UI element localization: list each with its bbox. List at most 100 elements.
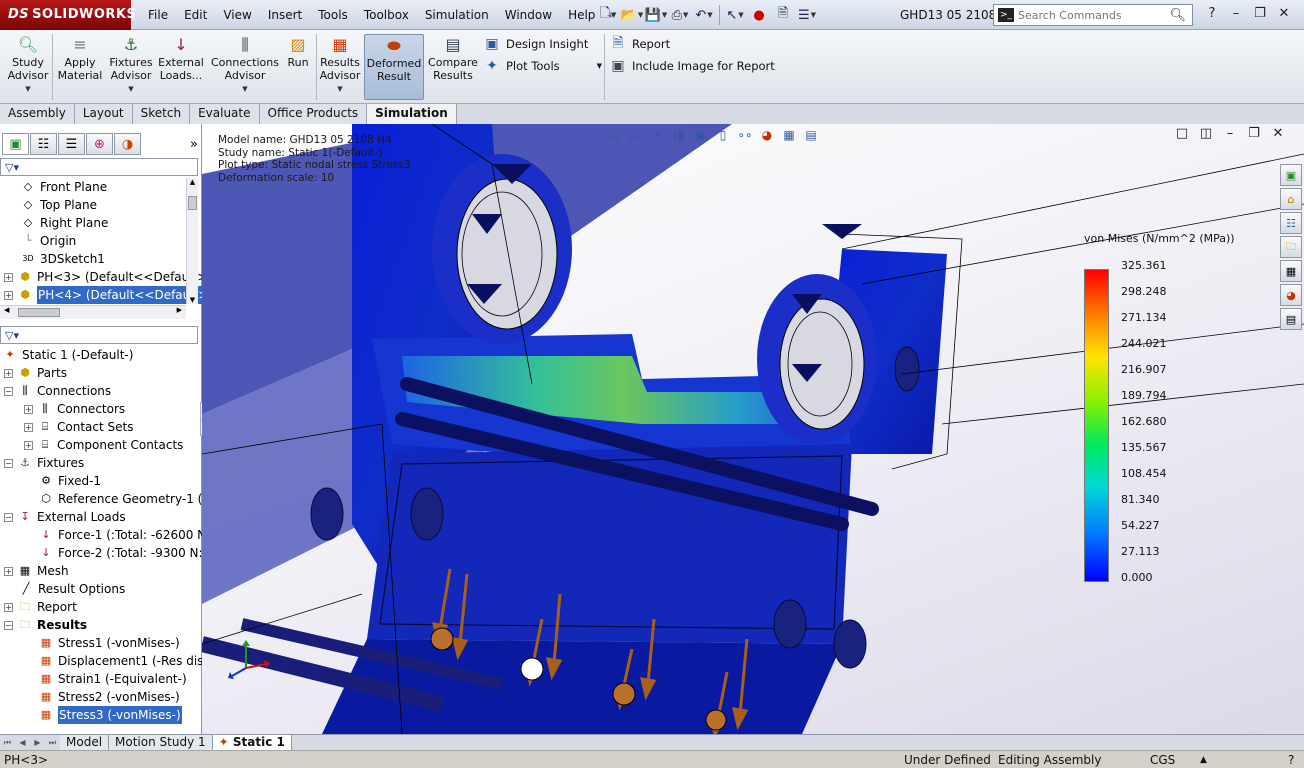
fixtures-advisor-button[interactable]: ⚓ Fixtures Advisor ▼: [108, 34, 154, 100]
tab-office-products[interactable]: Office Products: [259, 104, 368, 124]
file-explorer-icon[interactable]: ☷: [1280, 212, 1302, 234]
deformed-result-button[interactable]: ⬬ Deformed Result: [364, 34, 424, 100]
sim-tree-force2[interactable]: ↓ Force-2 (:Total: -9300 N:): [38, 544, 207, 562]
scroll-right-icon[interactable]: ▶: [177, 306, 182, 314]
tab-evaluate[interactable]: Evaluate: [190, 104, 260, 124]
view-settings-icon[interactable]: ▤: [800, 125, 822, 145]
external-loads-button[interactable]: ↓ External Loads...: [158, 34, 204, 100]
sim-tree-results[interactable]: − 🗀 Results: [4, 616, 87, 634]
simulation-tree-filter[interactable]: ▽▾: [0, 326, 198, 344]
study-advisor-button[interactable]: 🔍︎ Study Advisor ▼: [6, 34, 50, 100]
tab-static-1[interactable]: ✦ Static 1: [212, 734, 292, 751]
tab-sketch[interactable]: Sketch: [132, 104, 191, 124]
feature-tree-vscroll[interactable]: ▲ ▼: [186, 178, 198, 304]
menu-edit[interactable]: Edit: [176, 0, 215, 30]
tree-right-plane[interactable]: ◇ Right Plane: [20, 214, 109, 232]
options-icon[interactable]: ☰ ▼: [795, 4, 819, 26]
search-folder-icon[interactable]: 🗀: [1280, 236, 1302, 258]
sim-tree-strain1[interactable]: ▦ Strain1 (-Equivalent-): [38, 670, 187, 688]
plot-tools-button[interactable]: ✦ Plot Tools ▼: [482, 56, 602, 76]
collapse-icon[interactable]: −: [4, 620, 13, 630]
units-dropdown-icon[interactable]: ▲: [1200, 752, 1207, 768]
tab-simulation[interactable]: Simulation: [367, 104, 457, 124]
section-view-icon[interactable]: ◨: [668, 125, 690, 145]
expand-icon[interactable]: +: [4, 272, 13, 282]
sim-tree-contact-sets[interactable]: + ⌸ Contact Sets: [24, 418, 133, 436]
report-button[interactable]: 🗎 Report: [608, 34, 670, 54]
graphics-area[interactable]: Model name: GHD13 05 2108 H4 Study name:…: [202, 124, 1304, 734]
minimize-icon[interactable]: –: [1224, 4, 1248, 24]
sim-tree-fixtures[interactable]: − ⚓ Fixtures: [4, 454, 84, 472]
zoom-to-fit-icon[interactable]: 🔍︎: [602, 125, 624, 145]
tab-model[interactable]: Model: [60, 734, 110, 751]
property-manager-tab-icon[interactable]: ☷: [30, 133, 57, 155]
tree-origin[interactable]: └ Origin: [20, 232, 77, 250]
tab-layout[interactable]: Layout: [74, 104, 133, 124]
sim-tree-result-options[interactable]: ╱ Result Options: [18, 580, 126, 598]
sim-tree-study[interactable]: ✦ Static 1 (-Default-): [2, 346, 133, 364]
menu-view[interactable]: View: [215, 0, 259, 30]
first-tab-icon[interactable]: ⏮: [0, 736, 15, 750]
menu-window[interactable]: Window: [497, 0, 560, 30]
status-units[interactable]: CGS: [1150, 752, 1175, 768]
menu-tools[interactable]: Tools: [310, 0, 356, 30]
solidworks-resources-icon[interactable]: ▣: [1280, 164, 1302, 186]
save-icon[interactable]: 💾 ▼: [644, 4, 668, 26]
expand-icon[interactable]: +: [4, 566, 13, 576]
expand-icon[interactable]: +: [4, 602, 13, 612]
menu-file[interactable]: File: [140, 0, 176, 30]
solidworks-logo[interactable]: DS SOLIDWORKS: [0, 0, 136, 30]
scroll-down-icon[interactable]: ▼: [187, 296, 198, 304]
display-style-icon[interactable]: ▯: [712, 125, 734, 145]
include-image-button[interactable]: ▣ Include Image for Report: [608, 56, 774, 76]
tab-assembly[interactable]: Assembly: [0, 104, 75, 124]
sim-tree-component-contacts[interactable]: + ⌸ Component Contacts: [24, 436, 183, 454]
sim-tree-displacement1[interactable]: ▦ Displacement1 (-Res disp-): [38, 652, 220, 670]
sim-tree-fixed1[interactable]: ⚙ Fixed-1: [38, 472, 101, 490]
sim-tree-connectors[interactable]: + ⫼ Connectors: [24, 400, 125, 418]
scroll-thumb[interactable]: [18, 308, 60, 317]
collapse-icon[interactable]: −: [4, 512, 13, 522]
results-advisor-button[interactable]: ▦ Results Advisor ▼: [320, 34, 361, 100]
apply-scene-icon[interactable]: ▦: [778, 125, 800, 145]
configuration-manager-tab-icon[interactable]: ☰: [58, 133, 85, 155]
collapse-icon[interactable]: −: [4, 458, 13, 468]
viewport-single-icon[interactable]: □: [1170, 124, 1194, 144]
filter-icon[interactable]: ▽▾: [5, 161, 19, 174]
tree-3dsketch1[interactable]: 3D 3DSketch1: [20, 250, 105, 268]
expand-icon[interactable]: +: [4, 290, 13, 300]
scroll-thumb[interactable]: [188, 196, 197, 210]
view-orientation-icon[interactable]: ▣: [690, 125, 712, 145]
view-palette-icon[interactable]: ▦: [1280, 260, 1302, 282]
menu-toolbox[interactable]: Toolbox: [356, 0, 417, 30]
feature-tree-filter[interactable]: ▽▾: [0, 158, 198, 176]
sim-tree-parts[interactable]: + ⬢ Parts: [4, 364, 67, 382]
close-icon[interactable]: ✕: [1272, 4, 1296, 24]
previous-view-icon[interactable]: ↗: [646, 125, 668, 145]
scroll-left-icon[interactable]: ◀: [4, 306, 9, 314]
scroll-up-icon[interactable]: ▲: [187, 178, 198, 186]
tree-top-plane[interactable]: ◇ Top Plane: [20, 196, 97, 214]
expand-icon[interactable]: +: [24, 422, 33, 432]
print-icon[interactable]: ⎙ ▼: [668, 4, 692, 26]
sim-tree-stress1[interactable]: ▦ Stress1 (-vonMises-): [38, 634, 180, 652]
filter-icon[interactable]: ▽▾: [5, 329, 19, 342]
stress-plot-model[interactable]: [202, 124, 1304, 734]
expand-icon[interactable]: +: [24, 404, 33, 414]
appearances-scenes-icon[interactable]: ◕: [1280, 284, 1302, 306]
design-insight-button[interactable]: ▣ Design Insight: [482, 34, 588, 54]
previous-tab-icon[interactable]: ◀: [15, 736, 30, 750]
sim-tree-stress3[interactable]: ▦ Stress3 (-vonMises-): [38, 706, 182, 724]
tree-ph4[interactable]: + ⬢ PH<4> (Default<<Default>: [4, 286, 210, 304]
open-folder-icon[interactable]: 📂 ▼: [620, 4, 644, 26]
sim-tree-reference-geometry[interactable]: ⬡ Reference Geometry-1 (:va: [38, 490, 221, 508]
more-tabs-icon[interactable]: »: [190, 137, 198, 152]
expand-icon[interactable]: +: [4, 368, 13, 378]
hide-show-items-icon[interactable]: ∘∘: [734, 125, 756, 145]
zoom-to-area-icon[interactable]: 🔎︎: [624, 125, 646, 145]
viewport-restore-icon[interactable]: ❐: [1242, 124, 1266, 144]
tree-front-plane[interactable]: ◇ Front Plane: [20, 178, 107, 196]
select-pointer-icon[interactable]: ↖ ▼: [723, 4, 747, 26]
restore-icon[interactable]: ❐: [1248, 4, 1272, 24]
undo-icon[interactable]: ↶ ▼: [692, 4, 716, 26]
